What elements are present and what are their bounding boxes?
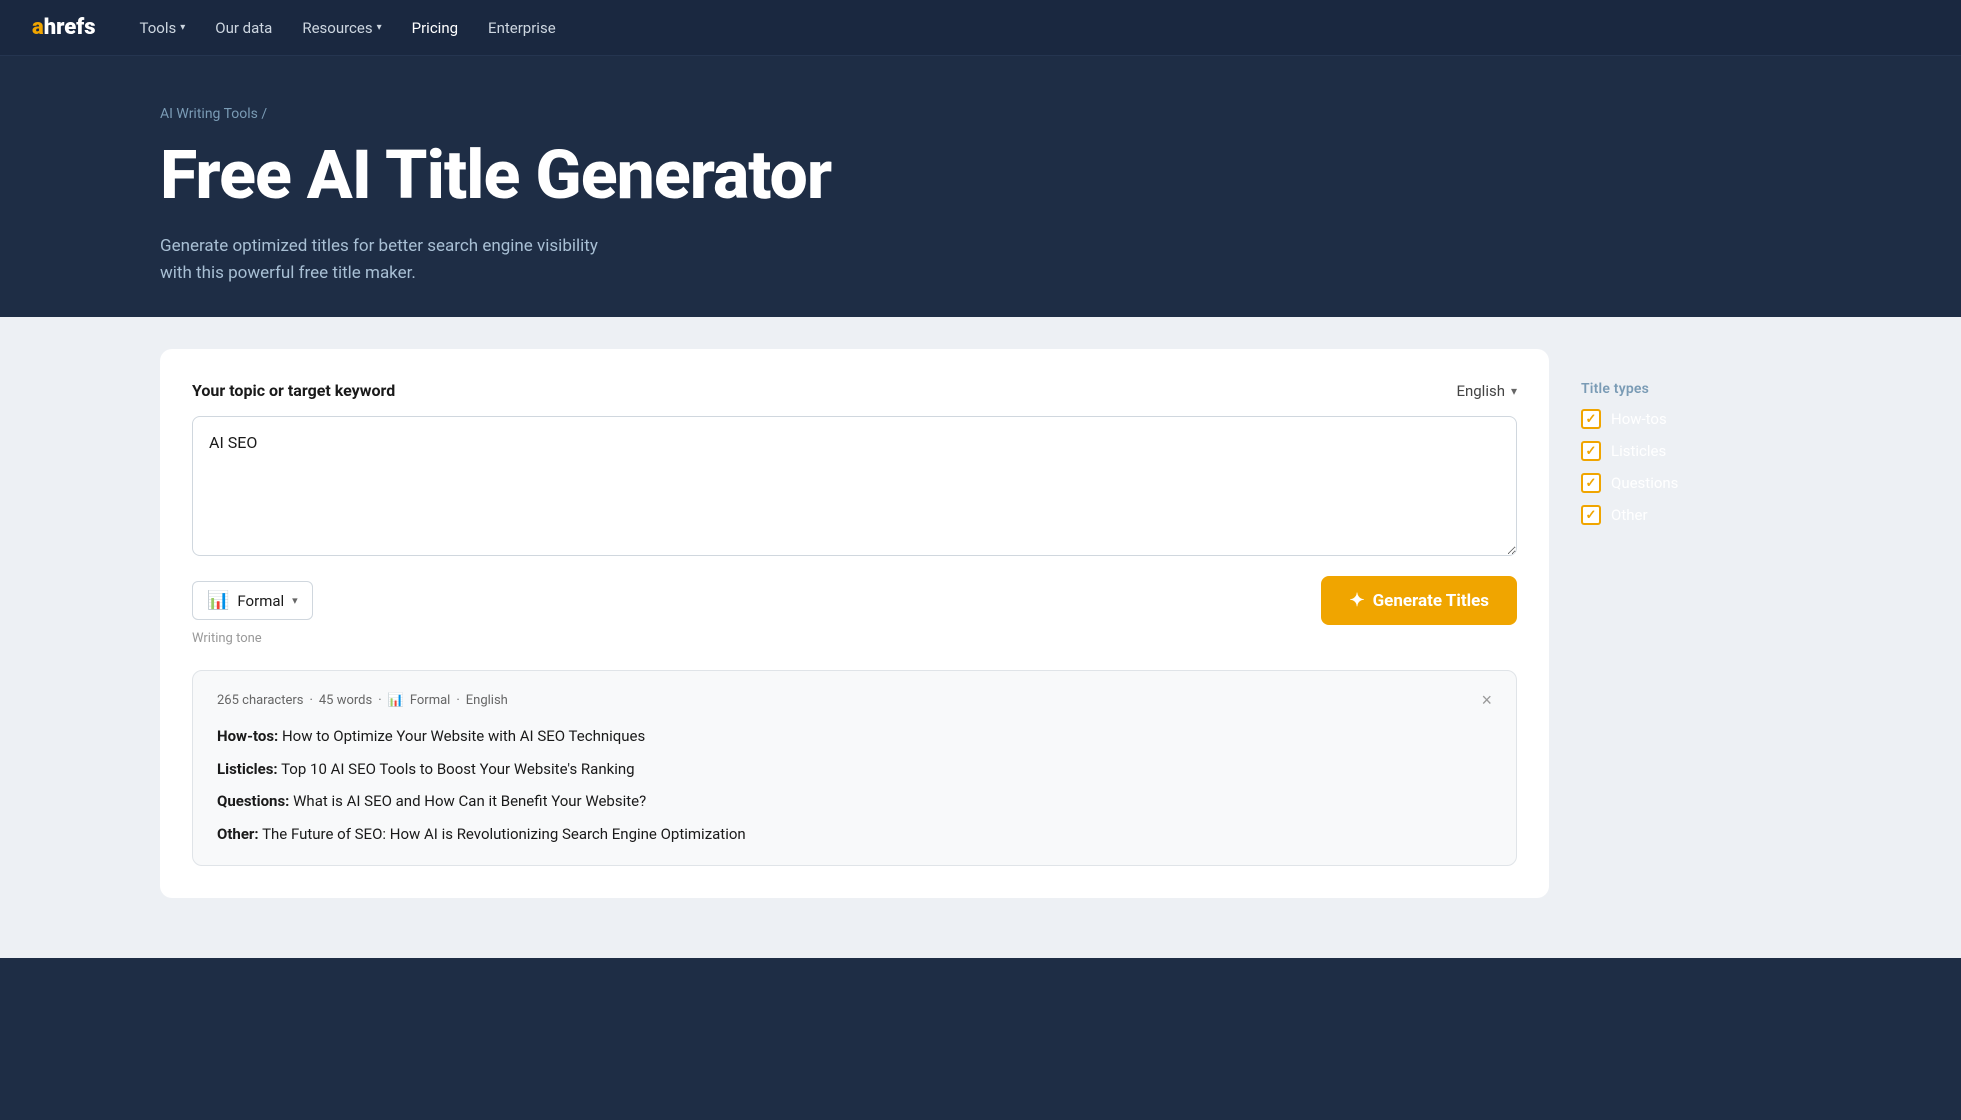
- checkbox-questions[interactable]: [1581, 473, 1601, 493]
- result-text: What is AI SEO and How Can it Benefit Yo…: [289, 792, 646, 810]
- results-list: How-tos: How to Optimize Your Website wi…: [217, 725, 1492, 845]
- results-meta-info: 265 characters · 45 words · 📊 Formal · E…: [217, 693, 508, 708]
- tool-card: Your topic or target keyword English ▾ A…: [160, 349, 1549, 898]
- chevron-down-icon: ▾: [377, 22, 382, 33]
- hero-description: Generate optimized titles for better sea…: [160, 233, 620, 287]
- results-tone: Formal: [410, 693, 451, 708]
- result-item: Questions: What is AI SEO and How Can it…: [217, 790, 1492, 813]
- meta-dot3: ·: [456, 693, 459, 708]
- tone-select-button[interactable]: 📊 Formal ▾: [192, 581, 313, 620]
- result-item: How-tos: How to Optimize Your Website wi…: [217, 725, 1492, 748]
- generate-button-label: Generate Titles: [1373, 591, 1489, 611]
- title-types-label: Title types: [1581, 381, 1801, 397]
- result-item: Listicles: Top 10 AI SEO Tools to Boost …: [217, 758, 1492, 781]
- breadcrumb: AI Writing Tools /: [160, 106, 1060, 122]
- results-chars: 265 characters: [217, 693, 303, 708]
- meta-dot1: ·: [309, 693, 312, 708]
- result-type: Listicles:: [217, 760, 278, 778]
- result-text: Top 10 AI SEO Tools to Boost Your Websit…: [278, 760, 635, 778]
- results-words: 45 words: [319, 693, 372, 708]
- tone-icon: 📊: [207, 590, 229, 611]
- checkbox-item-listicles[interactable]: Listicles: [1581, 441, 1801, 461]
- checkbox-other[interactable]: [1581, 505, 1601, 525]
- language-value: English: [1456, 382, 1505, 400]
- logo-hrefs: hrefs: [44, 15, 96, 40]
- results-card: 265 characters · 45 words · 📊 Formal · E…: [192, 670, 1517, 866]
- close-results-button[interactable]: ×: [1481, 691, 1492, 709]
- results-lang: English: [466, 693, 508, 708]
- chevron-down-icon: ▾: [292, 594, 298, 607]
- keyword-label: Your topic or target keyword: [192, 381, 395, 400]
- meta-dot2: ·: [378, 693, 381, 708]
- checkbox-label: Listicles: [1611, 442, 1666, 460]
- result-text: The Future of SEO: How AI is Revolutioni…: [259, 825, 746, 843]
- result-type: Questions:: [217, 792, 289, 810]
- nav-pricing[interactable]: Pricing: [400, 13, 470, 43]
- keyword-input[interactable]: AI SEO: [192, 416, 1517, 556]
- checkbox-label: Questions: [1611, 474, 1678, 492]
- page-title: Free AI Title Generator: [160, 138, 1060, 213]
- nav-resources[interactable]: Resources ▾: [290, 13, 393, 43]
- breadcrumb-sep: /: [261, 106, 267, 122]
- breadcrumb-link[interactable]: AI Writing Tools: [160, 106, 258, 122]
- tool-card-header: Your topic or target keyword English ▾: [192, 381, 1517, 400]
- checkbox-label: How-tos: [1611, 410, 1667, 428]
- writing-tone-hint: Writing tone: [192, 631, 1517, 646]
- chevron-down-icon: ▾: [180, 22, 185, 33]
- language-select[interactable]: English ▾: [1456, 382, 1517, 400]
- checkbox-item-questions[interactable]: Questions: [1581, 473, 1801, 493]
- logo[interactable]: ahrefs: [32, 15, 96, 40]
- result-type: Other:: [217, 825, 259, 843]
- chevron-down-icon: ▾: [1511, 384, 1517, 398]
- sidebar: Title types How-tos Listicles Questions …: [1581, 349, 1801, 525]
- result-type: How-tos:: [217, 727, 278, 745]
- checkbox-listicles[interactable]: [1581, 441, 1601, 461]
- logo-a: a: [32, 15, 44, 40]
- spark-icon: ✦: [1349, 590, 1364, 611]
- checkbox-how-tos[interactable]: [1581, 409, 1601, 429]
- nav-our-data[interactable]: Our data: [203, 13, 284, 43]
- nav-enterprise[interactable]: Enterprise: [476, 13, 568, 43]
- toolbar-row: 📊 Formal ▾ ✦ Generate Titles: [192, 576, 1517, 625]
- tone-label: Formal: [237, 592, 284, 610]
- results-tone-icon: 📊: [388, 693, 404, 708]
- nav-links: Tools ▾ Our data Resources ▾ Pricing Ent…: [128, 13, 568, 43]
- checkbox-label: Other: [1611, 506, 1648, 524]
- nav-tools[interactable]: Tools ▾: [128, 13, 198, 43]
- results-meta: 265 characters · 45 words · 📊 Formal · E…: [217, 691, 1492, 709]
- result-text: How to Optimize Your Website with AI SEO…: [278, 727, 645, 745]
- checkbox-item-other[interactable]: Other: [1581, 505, 1801, 525]
- navbar: ahrefs Tools ▾ Our data Resources ▾ Pric…: [0, 0, 1961, 56]
- checkbox-list: How-tos Listicles Questions Other: [1581, 409, 1801, 525]
- generate-button[interactable]: ✦ Generate Titles: [1321, 576, 1517, 625]
- checkbox-item-how-tos[interactable]: How-tos: [1581, 409, 1801, 429]
- result-item: Other: The Future of SEO: How AI is Revo…: [217, 823, 1492, 846]
